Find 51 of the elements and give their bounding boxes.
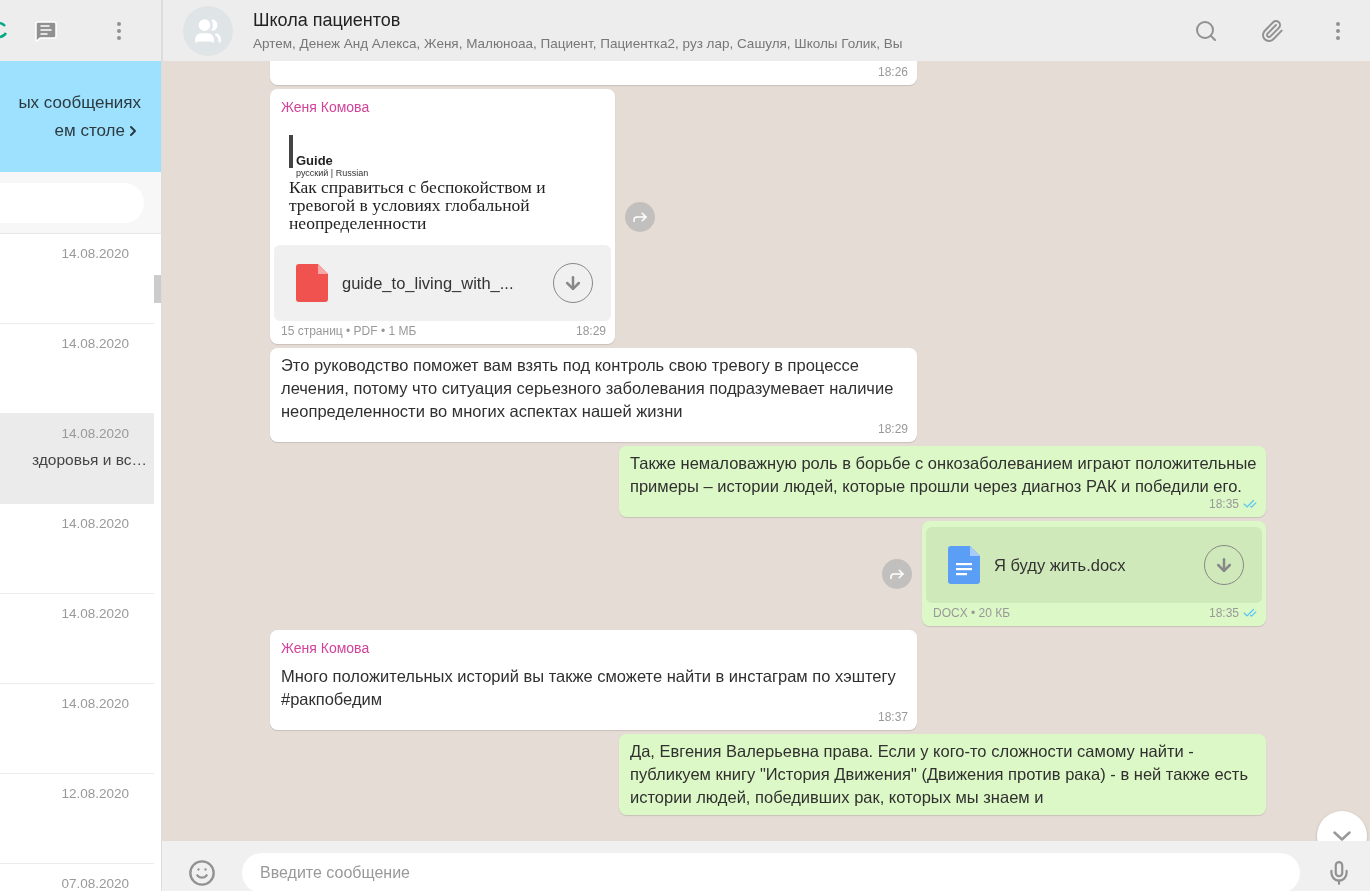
chat-date: 14.08.2020	[61, 246, 129, 261]
message-input[interactable]: Введите сообщение	[242, 853, 1300, 891]
chat-date: 14.08.2020	[61, 696, 129, 711]
chat-preview: здоровья и вс…	[32, 451, 147, 469]
message-time: 18:37	[877, 710, 908, 724]
chat-date: 14.08.2020	[61, 336, 129, 351]
chat-date: 14.08.2020	[61, 426, 129, 441]
chat-title: Школа пациентов	[253, 10, 402, 31]
message-text: Много положительных историй вы также сможете найти в инстаграм по хэштегу #ракпобедим	[281, 666, 897, 710]
forward-button[interactable]	[882, 558, 912, 589]
attach-button[interactable]	[1260, 18, 1284, 43]
message-time: 18:26	[877, 65, 908, 79]
sender-name: Женя Комова	[281, 639, 371, 658]
message-time: 18:35	[1208, 497, 1239, 511]
banner-link[interactable]: ем столе	[54, 120, 141, 141]
message-text: Это руководство поможет вам взять под контроль свою тревогу в процессе лечения, потому что ситуация серьезного заболевания подразумевает наличие неопределенности во многих аспектах нашей жизни	[281, 355, 895, 422]
menu-icon	[1336, 21, 1340, 40]
chat-date: 14.08.2020	[61, 606, 129, 621]
preview-brand: Guide	[289, 134, 606, 168]
chat-date: 12.08.2020	[61, 786, 129, 801]
file-name: Я буду жить.docx	[994, 555, 1127, 575]
message-time: 18:29	[575, 324, 606, 338]
file-attachment[interactable]: Я буду жить.docx	[926, 527, 1262, 603]
search-button[interactable]	[1194, 18, 1218, 43]
message-time: 18:35	[1208, 606, 1239, 620]
file-meta: DOCX • 20 КБ	[933, 606, 1011, 620]
chat-date: 07.08.2020	[61, 876, 129, 891]
sender-name: Женя Комова	[281, 98, 371, 117]
file-name: guide_to_living_with_...	[342, 273, 515, 293]
preview-title: Как справиться с беспокойством и тревогой в условиях глобальной неопределенности	[289, 177, 547, 232]
pdf-file-icon	[296, 264, 328, 302]
status-icon[interactable]	[0, 20, 7, 41]
chat-list-item[interactable]: 14.08.2020 здоровья и вс…	[0, 414, 154, 504]
message-text: Также немаловажную роль в борьбе с онкозаболеванием играют положительные примеры – истории людей, которые прошли через диагноз РАК и победили его.	[630, 453, 1257, 497]
message-text: Да, Евгения Валерьевна права. Если у кого-то сложности самому найти - публикуем книгу "История Движения" (Движения против рака) - в ней также есть истории людей, победивших рак, которых мы знаем и	[630, 741, 1250, 808]
new-chat-icon[interactable]	[34, 18, 58, 43]
arrow-down-icon	[1214, 555, 1234, 575]
emoji-icon[interactable]	[188, 859, 216, 887]
file-meta: 15 страниц • PDF • 1 МБ	[281, 324, 417, 338]
document-file-icon	[948, 546, 980, 584]
chat-date: 14.08.2020	[61, 516, 129, 531]
banner-text: ых сообщениях	[18, 92, 141, 113]
preview-language: русский | Russian	[295, 167, 370, 178]
menu-icon	[117, 21, 121, 40]
message-time: 18:29	[877, 422, 908, 436]
file-attachment[interactable]: guide_to_living_with_...	[274, 245, 611, 321]
chevron-down-icon	[1333, 831, 1351, 841]
forward-button[interactable]	[625, 201, 655, 232]
chat-members: Артем, Денеж Анд Алекса, Женя, Малюноаа, Пациент, Пациентка2, руз лар, Сашуля, Школы Голик, Вы	[253, 36, 904, 51]
scrollbar-thumb[interactable]	[154, 275, 161, 303]
notification-banner[interactable]: ых сообщениях ем столе	[0, 61, 161, 172]
